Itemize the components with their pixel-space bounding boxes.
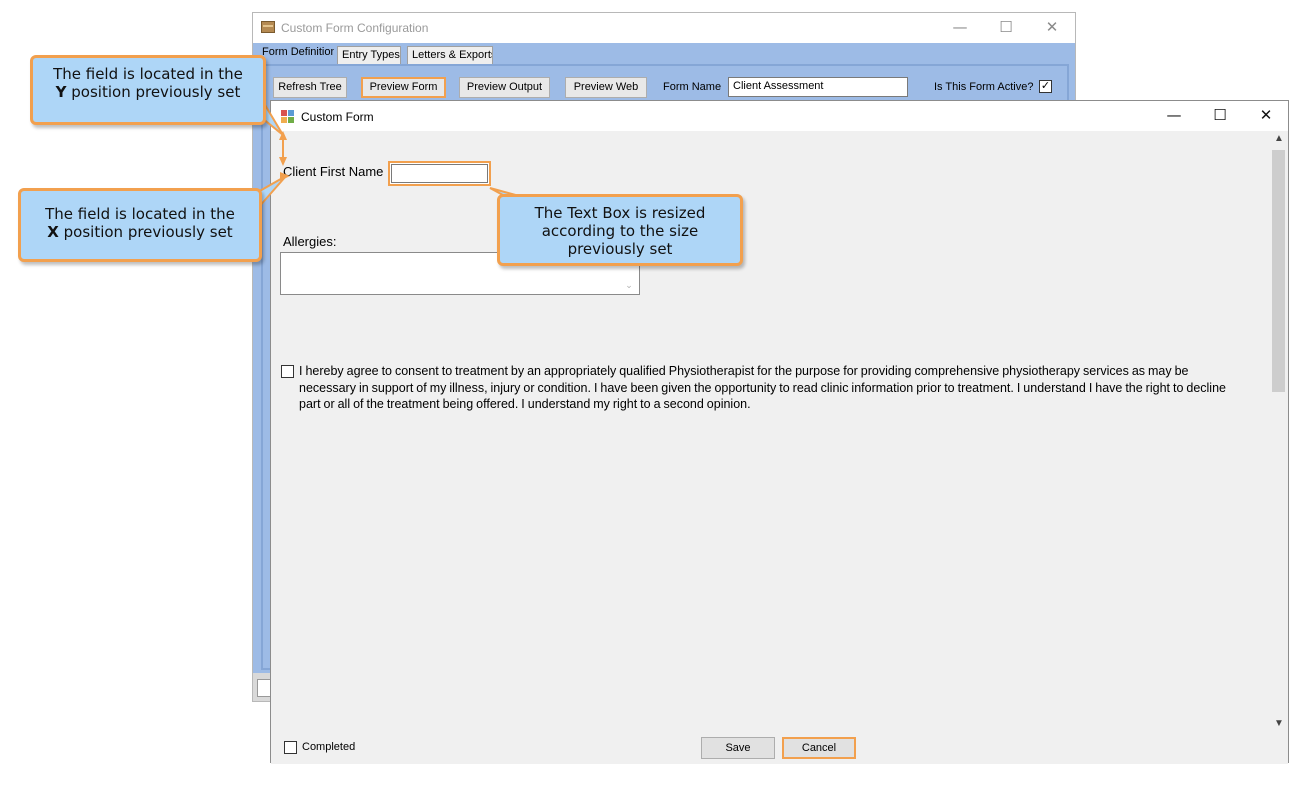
- completed-label: Completed: [302, 741, 356, 753]
- maximize-icon[interactable]: ☐: [983, 13, 1029, 43]
- form-name-label: Form Name: [663, 81, 722, 93]
- allergies-label: Allergies:: [283, 234, 337, 249]
- custom-form-titlebar[interactable]: Custom Form — ☐ ✕: [271, 101, 1288, 131]
- preview-web-button[interactable]: Preview Web: [565, 77, 647, 98]
- tab-entry-types[interactable]: Entry Types: [337, 46, 401, 64]
- close-icon[interactable]: ✕: [1029, 13, 1075, 43]
- custom-form-window: Custom Form — ☐ ✕ Client First Name Alle…: [270, 100, 1289, 764]
- completed-checkbox[interactable]: [284, 741, 297, 754]
- save-button[interactable]: Save: [701, 737, 775, 759]
- x-position-callout: The field is located in the X position p…: [18, 188, 262, 262]
- consent-checkbox[interactable]: [281, 365, 294, 378]
- config-tabstrip: Form Definition Entry Types Letters & Ex…: [253, 43, 1075, 64]
- minimize-icon[interactable]: —: [937, 13, 983, 43]
- cancel-button[interactable]: Cancel: [782, 737, 856, 759]
- client-first-name-label: Client First Name: [283, 164, 384, 179]
- app-box-icon: [261, 21, 275, 33]
- form-app-icon: [281, 110, 295, 123]
- config-titlebar[interactable]: Custom Form Configuration — ☐ ✕: [253, 13, 1075, 43]
- custom-form-title: Custom Form: [301, 110, 374, 124]
- preview-output-button[interactable]: Preview Output: [459, 77, 550, 98]
- close-icon[interactable]: ✕: [1243, 101, 1289, 131]
- consent-text: I hereby agree to consent to treatment b…: [299, 364, 1226, 411]
- y-callout-line2: position previously set: [66, 83, 241, 101]
- x-callout-axis: X: [47, 223, 59, 241]
- x-callout-line1: The field is located in the: [45, 205, 235, 223]
- config-window-title: Custom Form Configuration: [281, 21, 429, 35]
- chevron-down-icon[interactable]: ⌄: [623, 279, 635, 291]
- form-active-checkbox[interactable]: ✓: [1039, 80, 1052, 93]
- form-name-input[interactable]: Client Assessment: [728, 77, 908, 97]
- y-callout-axis: Y: [55, 83, 67, 101]
- y-callout-line1: The field is located in the: [53, 65, 243, 83]
- form-scrollbar[interactable]: ▲ ▼: [1270, 131, 1288, 734]
- y-position-callout: The field is located in the Y position p…: [30, 55, 266, 125]
- textbox-resize-callout: The Text Box is resized according to the…: [497, 194, 743, 266]
- tab-letters-exports[interactable]: Letters & Exports: [407, 46, 493, 64]
- preview-form-button[interactable]: Preview Form: [361, 77, 446, 98]
- form-content: Client First Name Allergies: ⌃ ⌄ I hereb…: [271, 131, 1271, 734]
- tab-form-definition[interactable]: Form Definition: [257, 43, 335, 64]
- x-callout-line2: position previously set: [58, 223, 233, 241]
- scroll-up-icon[interactable]: ▲: [1270, 133, 1288, 147]
- scrollbar-thumb[interactable]: [1272, 150, 1285, 392]
- scroll-down-icon[interactable]: ▼: [1270, 718, 1288, 732]
- form-footer: Completed Save Cancel: [271, 734, 1288, 764]
- maximize-icon[interactable]: ☐: [1197, 101, 1243, 131]
- form-active-label: Is This Form Active?: [934, 81, 1034, 93]
- minimize-icon[interactable]: —: [1151, 101, 1197, 131]
- client-first-name-input[interactable]: [388, 161, 491, 186]
- refresh-tree-button[interactable]: Refresh Tree: [273, 77, 347, 98]
